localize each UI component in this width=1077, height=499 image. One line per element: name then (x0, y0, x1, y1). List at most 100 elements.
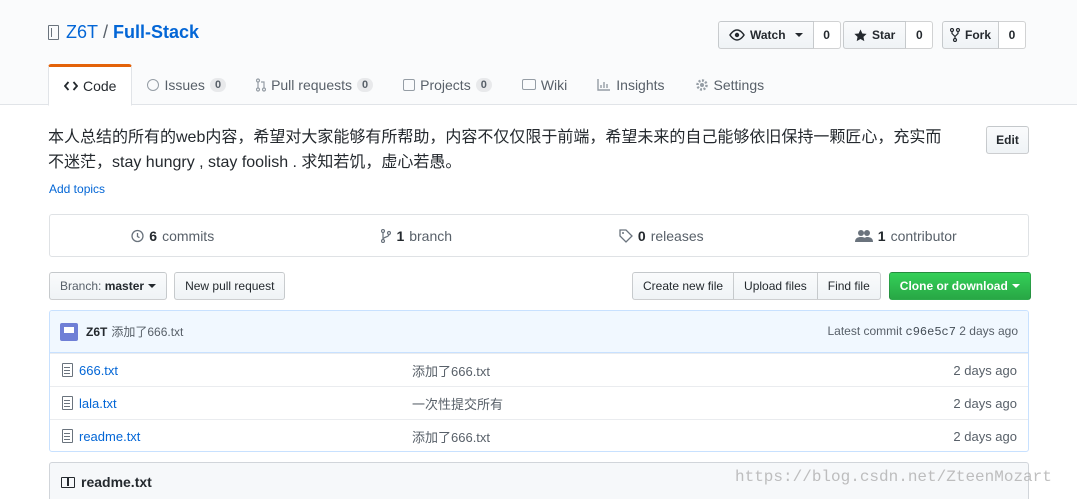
branch-count: 1 (396, 227, 405, 244)
watch-group: Watch 0 (718, 21, 841, 49)
fork-count[interactable]: 0 (999, 21, 1027, 49)
file-icon (62, 429, 73, 443)
watch-button[interactable]: Watch (718, 21, 814, 49)
clone-label: Clone or download (899, 279, 1008, 293)
file-icon (62, 396, 73, 410)
avatar[interactable] (60, 322, 78, 341)
repo-description: 本人总结的所有的web内容，希望对大家能够有所帮助，内容不仅仅限于前端，希望未来… (48, 125, 958, 175)
commit-message[interactable]: 添加了666.txt (111, 323, 183, 340)
numbers-summary: 6 commits 1 branch 0 releases 1 contribu… (49, 214, 1029, 257)
latest-commit-info: Latest commit c96e5c7 2 days ago (827, 324, 1018, 339)
star-icon (854, 28, 867, 41)
latest-commit-age: 2 days ago (959, 324, 1018, 338)
book-icon (521, 79, 536, 90)
repo-owner-link[interactable]: Z6T (66, 22, 98, 43)
commits-count: 6 (149, 227, 158, 244)
watch-label: Watch (750, 28, 786, 42)
contributor-label: contributor (890, 227, 957, 244)
new-pull-request-button[interactable]: New pull request (174, 272, 286, 300)
contributor-count: 1 (877, 227, 886, 244)
star-count[interactable]: 0 (906, 21, 934, 49)
file-commit-message[interactable]: 添加了666.txt (412, 427, 490, 446)
file-name-link[interactable]: 666.txt (79, 363, 412, 378)
releases-label: releases (650, 227, 704, 244)
upload-files-button[interactable]: Upload files (734, 272, 818, 300)
repo-icon (48, 25, 59, 40)
people-icon (854, 230, 873, 242)
find-file-button[interactable]: Find file (817, 272, 881, 300)
commit-tease: Z6T 添加了666.txt Latest commit c96e5c7 2 d… (50, 311, 1028, 353)
file-navigation-right: Create new file Upload files Find file C… (632, 272, 1031, 300)
tab-projects-count: 0 (475, 77, 492, 92)
file-commit-message[interactable]: 一次性提交所有 (412, 394, 503, 413)
repo-name-link[interactable]: Full-Stack (113, 22, 199, 43)
code-icon (64, 81, 78, 91)
tab-code-label: Code (83, 78, 117, 94)
tab-issues-count: 0 (209, 77, 227, 92)
file-icon (62, 363, 73, 377)
branch-link[interactable]: 1 branch (295, 215, 540, 256)
tab-pull-requests-label: Pull requests (271, 76, 352, 93)
watch-count[interactable]: 0 (813, 21, 841, 49)
repo-description-line-2: 不迷茫，stay hungry , stay foolish . 求知若饥，虚心… (48, 154, 462, 171)
file-commit-message[interactable]: 添加了666.txt (412, 361, 490, 380)
eye-icon (729, 29, 745, 41)
branch-icon (381, 228, 392, 243)
pull-request-icon (256, 77, 267, 92)
tab-pull-requests-count: 0 (357, 77, 374, 92)
file-navigation-left: Branch: master New pull request (49, 272, 286, 300)
tab-settings[interactable]: Settings (680, 64, 780, 105)
star-button[interactable]: Star (843, 21, 907, 49)
table-row: lala.txt 一次性提交所有 2 days ago (50, 386, 1028, 419)
tag-icon (619, 228, 633, 243)
file-name-link[interactable]: lala.txt (79, 396, 412, 411)
file-table: Z6T 添加了666.txt Latest commit c96e5c7 2 d… (49, 310, 1029, 452)
gear-icon (695, 78, 708, 91)
commits-label: commits (162, 227, 215, 244)
commit-author[interactable]: Z6T (86, 325, 107, 339)
edit-description-button[interactable]: Edit (986, 126, 1029, 154)
star-label: Star (872, 28, 896, 42)
branch-select-prefix: Branch: (60, 279, 102, 293)
book-icon (61, 476, 75, 488)
branch-select-button[interactable]: Branch: master (49, 272, 168, 300)
chevron-down-icon (1011, 284, 1020, 288)
clone-or-download-button[interactable]: Clone or download (888, 272, 1031, 300)
repo-path-separator: / (103, 22, 109, 42)
tab-wiki[interactable]: Wiki (507, 64, 582, 105)
readme-title: readme.txt (81, 474, 152, 490)
issue-icon (147, 78, 160, 91)
repo-header: Z6T / Full-Stack Watch 0 Star 0 Fork 0 C… (0, 0, 1077, 106)
create-new-file-button[interactable]: Create new file (632, 272, 735, 300)
fork-button[interactable]: Fork (942, 21, 1000, 49)
history-icon (131, 229, 144, 242)
chevron-down-icon (794, 33, 803, 37)
table-row: readme.txt 添加了666.txt 2 days ago (50, 419, 1028, 451)
project-icon (403, 78, 416, 91)
commits-link[interactable]: 6 commits (50, 215, 295, 256)
tab-pull-requests[interactable]: Pull requests 0 (241, 64, 388, 105)
chevron-down-icon (148, 284, 157, 288)
tab-code[interactable]: Code (48, 64, 133, 106)
file-age: 2 days ago (953, 395, 1017, 411)
file-name-link[interactable]: readme.txt (79, 429, 412, 444)
table-row: 666.txt 添加了666.txt 2 days ago (50, 353, 1028, 386)
file-age: 2 days ago (953, 428, 1017, 444)
watermark-text: https://blog.csdn.net/ZteenMozart (735, 468, 1052, 486)
latest-commit-label: Latest commit (827, 324, 903, 338)
contributors-link[interactable]: 1 contributor (784, 215, 1029, 256)
tab-insights-label: Insights (616, 76, 665, 93)
graph-icon (597, 78, 611, 91)
repo-nav-tabs: Code Issues 0 Pull requests 0 Projects 0… (48, 64, 780, 106)
fork-label: Fork (965, 28, 992, 42)
tab-projects-label: Projects (420, 76, 471, 93)
tab-insights[interactable]: Insights (582, 64, 679, 105)
add-topics-link[interactable]: Add topics (49, 182, 105, 196)
releases-link[interactable]: 0 releases (539, 215, 784, 256)
branch-label: branch (409, 227, 453, 244)
tab-projects[interactable]: Projects 0 (388, 64, 507, 105)
tab-issues[interactable]: Issues 0 (132, 64, 241, 105)
branch-select-value: master (104, 279, 145, 293)
repo-title: Z6T / Full-Stack (48, 22, 199, 43)
commit-sha-link[interactable]: c96e5c7 (906, 325, 956, 339)
